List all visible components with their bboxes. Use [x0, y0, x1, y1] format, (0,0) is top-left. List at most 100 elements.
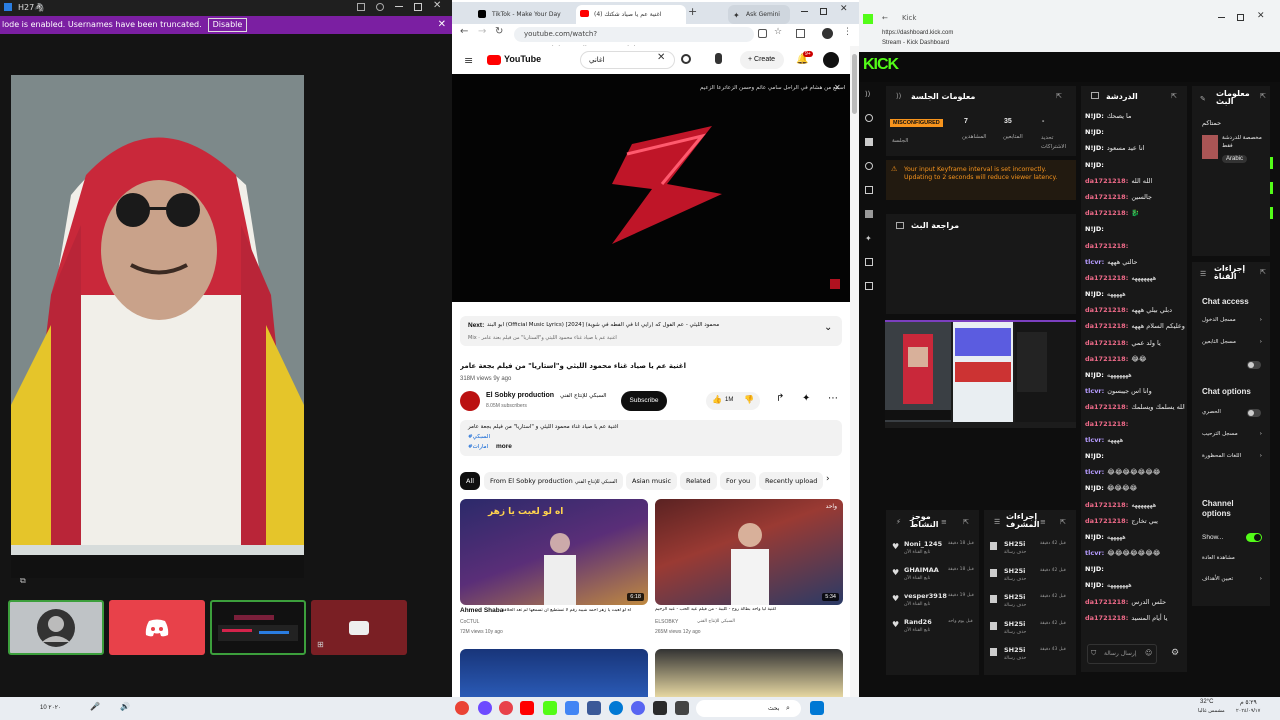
source-tile-camera[interactable] [311, 600, 407, 655]
chat-username[interactable]: N!JD: [1085, 128, 1104, 136]
chat-username[interactable]: N!JD: [1085, 533, 1104, 541]
chips-next-icon[interactable]: › [826, 474, 830, 484]
chip-asian-music[interactable]: Asian music [626, 472, 678, 490]
chip-recently-uploaded[interactable]: Recently upload [759, 472, 824, 490]
session-popout-icon[interactable]: ⇱ [1056, 92, 1062, 100]
video-thumbnail-3[interactable] [460, 649, 648, 697]
disable-button[interactable]: Disable [207, 18, 248, 32]
chat-username[interactable]: da1721218: [1085, 177, 1128, 185]
video-player[interactable]: اسمع من هشام في الراحل سامي عائم وحسن ال… [452, 74, 850, 302]
search-icon[interactable] [681, 54, 691, 64]
chat-message[interactable]: tlcvr: حالتي هههه [1085, 254, 1185, 270]
channel-row-3[interactable]: تعيين الأهداف › [1202, 576, 1262, 588]
kick-back-icon[interactable]: ← [882, 14, 888, 22]
chat-username[interactable]: da1721218: [1085, 339, 1128, 347]
chat-message[interactable]: da1721218: [1085, 416, 1185, 432]
chat-username[interactable]: tlcvr: [1085, 387, 1104, 395]
source-tile-keyboard[interactable] [210, 600, 306, 655]
chat-message[interactable]: N!JD: [1085, 221, 1185, 237]
source-tile-avatar[interactable] [8, 600, 104, 655]
chat-username[interactable]: da1721218: [1085, 209, 1128, 217]
tab-youtube[interactable]: اغنية عم يا صياد شكتك (4) [576, 5, 686, 24]
options-row-2[interactable]: مسجل الترحيب › [1202, 431, 1262, 443]
activity-item[interactable]: ♥ GHAIMAA تابع القناة الآن قبل 18 دقيقة [892, 566, 976, 592]
toggle-switch[interactable] [1247, 409, 1261, 417]
hashtag-2[interactable]: #امارات [468, 444, 488, 450]
channel-name[interactable]: El Sobky production [486, 392, 554, 399]
stream-preview[interactable] [885, 320, 1076, 428]
chat-message[interactable]: da1721218: دبلي بيلي هههه [1085, 302, 1185, 318]
extensions-icon[interactable] [796, 29, 805, 38]
chat-message[interactable]: da1721218: الله يسلمك ويسلمك [1085, 399, 1185, 415]
mic-icon[interactable] [715, 53, 722, 64]
create-button[interactable]: + Create [740, 51, 784, 69]
chat-message[interactable]: tlcvr: وانا اس جيبسون [1085, 383, 1185, 399]
info-edit-icon[interactable]: ✎ [1200, 95, 1206, 103]
start-icon[interactable] [810, 701, 824, 715]
chat-username[interactable]: tlcvr: [1085, 468, 1104, 476]
rail-bulb-icon[interactable] [865, 162, 873, 170]
hashtag-1[interactable]: #السبكي [468, 434, 490, 440]
tab-gemini[interactable]: ✦ Ask Gemini [728, 5, 790, 24]
mod-action-item[interactable]: SH25i حذف رسالة قبل 42 دقيقة [990, 593, 1074, 620]
chat-username[interactable]: da1721218: [1085, 274, 1128, 282]
more-link[interactable]: more [496, 443, 512, 450]
rail-upload-icon[interactable] [865, 282, 873, 290]
show-toggle[interactable] [1246, 533, 1262, 542]
video-banner-close-icon[interactable]: ✕ [834, 83, 841, 92]
forward-icon[interactable]: → [478, 26, 486, 37]
minimize-icon[interactable] [395, 6, 403, 7]
chat-message[interactable]: da1721218: [1085, 238, 1185, 254]
chat-username[interactable]: da1721218: [1085, 614, 1128, 622]
chat-shield-icon[interactable]: ⛉ [1091, 649, 1096, 658]
chat-username[interactable]: N!JD: [1085, 484, 1104, 492]
chat-username[interactable]: da1721218: [1085, 193, 1128, 201]
ask-icon[interactable]: ✦ [802, 393, 810, 404]
chip-related[interactable]: Related [680, 472, 717, 490]
chat-username[interactable]: N!JD: [1085, 581, 1104, 589]
chat-message[interactable]: da1721218: وعليكم السلام هههه [1085, 318, 1185, 334]
chat-username[interactable]: N!JD: [1085, 225, 1104, 233]
chat-username[interactable]: tlcvr: [1085, 436, 1104, 444]
chrome-taskbar-icon[interactable] [455, 701, 469, 715]
chat-username[interactable]: da1721218: [1085, 306, 1128, 314]
mod-action-item[interactable]: SH25i حذف رسالة قبل 42 دقيقة [990, 540, 1074, 567]
chat-username[interactable]: da1721218: [1085, 355, 1128, 363]
chat-message[interactable]: tlcvr: 😂😂😂😂😂😂😂 [1085, 464, 1185, 480]
profile-icon[interactable] [822, 28, 833, 39]
session-collapse-icon[interactable]: ⟩⟩ [896, 92, 901, 100]
chat-message[interactable]: da1721218: يا أيام المسيد [1085, 610, 1185, 626]
chat-message[interactable]: da1721218: 🐉 [1085, 205, 1185, 221]
reload-icon[interactable]: ↻ [495, 26, 503, 37]
kick-maximize-icon[interactable] [1237, 14, 1244, 21]
options-row-3[interactable]: اللغات المحظورة › [1202, 453, 1262, 465]
pin-icon[interactable] [357, 3, 365, 11]
mod-action-item[interactable]: SH25i حذف رسالة قبل 43 دقيقة [990, 646, 1074, 673]
chat-message[interactable]: da1721218: حلس الدرس [1085, 594, 1185, 610]
back-icon[interactable]: ← [460, 26, 468, 37]
obs-taskbar-icon[interactable] [653, 701, 667, 715]
chat-username[interactable]: da1721218: [1085, 517, 1128, 525]
chat-message[interactable]: N!JD: هههههههه [1085, 367, 1185, 383]
chat-message[interactable]: da1721218: 😂😂 [1085, 351, 1185, 367]
chat-username[interactable]: da1721218: [1085, 598, 1128, 606]
chat-username[interactable]: da1721218: [1085, 420, 1128, 428]
chat-username[interactable]: N!JD: [1085, 565, 1104, 573]
channel-avatar[interactable] [460, 391, 480, 411]
chat-message[interactable]: tlcvr: ههههه [1085, 432, 1185, 448]
kick-minimize-icon[interactable] [1218, 17, 1225, 18]
subscribe-button[interactable]: Subscribe [621, 391, 667, 411]
mod-action-item[interactable]: SH25i حذف رسالة قبل 42 دقيقة [990, 620, 1074, 647]
add-source-icon[interactable]: ⊞ [317, 640, 324, 649]
mod-filter-icon[interactable]: ≡ [1040, 518, 1046, 526]
lens-icon[interactable] [758, 29, 767, 38]
video-1-title[interactable]: Ahmed Shaba [460, 607, 503, 614]
volume-tray-icon[interactable]: 🔊 [120, 702, 130, 711]
rail-grid-icon[interactable] [865, 210, 873, 218]
avatar[interactable] [823, 52, 839, 68]
app3-taskbar-icon[interactable] [587, 701, 601, 715]
rail-link-icon[interactable] [865, 114, 873, 122]
channel-row-2[interactable]: مشاهدة العادة [1202, 555, 1235, 561]
chat-message[interactable]: tlcvr: 😂😂😂😂😂😂😂 [1085, 545, 1185, 561]
discord-taskbar-icon[interactable] [631, 701, 645, 715]
